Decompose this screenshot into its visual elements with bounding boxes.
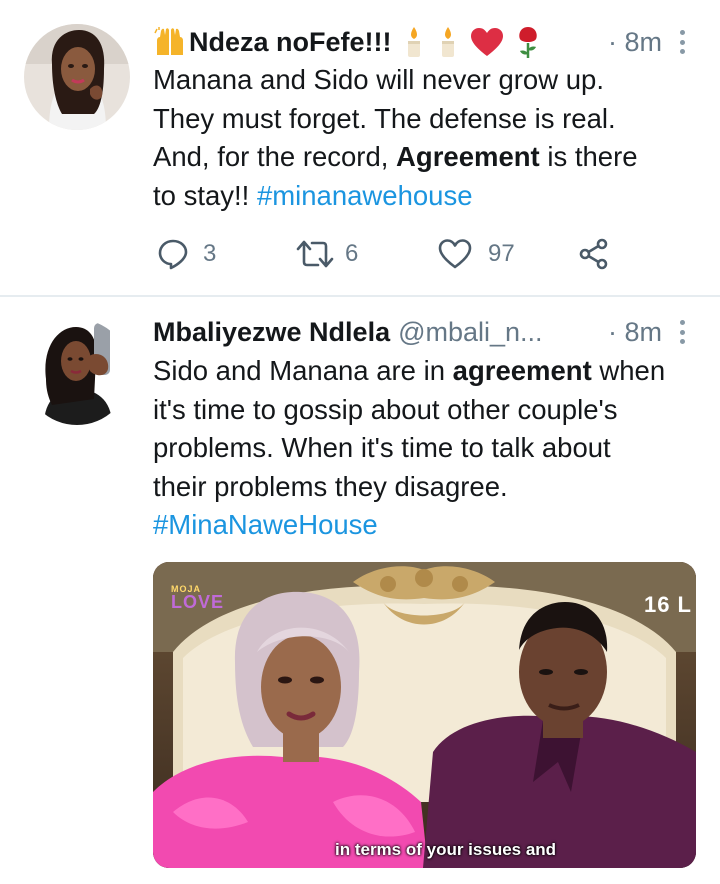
emoji-group [153, 27, 187, 57]
retweet-button[interactable]: 6 [295, 238, 358, 270]
user-handle[interactable]: @mbali_n... [398, 317, 542, 348]
tweet-text: Sido and Manana are in agreement when it… [153, 352, 701, 545]
rose-emoji [518, 27, 537, 58]
bold-keyword: agreement [452, 355, 592, 386]
video-subtitle: in terms of your issues and [335, 840, 557, 859]
display-name[interactable]: Mbaliyezwe Ndlela [153, 317, 390, 348]
tweet-text: Manana and Sido will never grow up. They… [153, 61, 701, 215]
tweet-text-line: to stay!! #minanawehouse [153, 179, 473, 211]
more-options-icon[interactable] [672, 28, 692, 56]
share-icon [579, 238, 608, 270]
tweet-header: Mbaliyezwe Ndlela @mbali_n... · 8m [153, 312, 700, 352]
age-rating-badge: 16 L [643, 592, 692, 617]
share-button[interactable] [578, 238, 610, 270]
channel-logo: MOJA LOVE [171, 584, 225, 612]
retweet-count: 6 [345, 240, 359, 267]
avatar[interactable] [24, 24, 130, 130]
reply-button[interactable]: 3 [157, 238, 216, 270]
avatar[interactable] [24, 319, 130, 425]
tweet[interactable]: Ndeza noFefe!!! · 8m Manana and Sido wil… [0, 0, 720, 296]
timestamp[interactable]: · 8m [608, 27, 662, 58]
tweet-text-line: #MinaNaweHouse [153, 506, 701, 545]
tweet-text-line: it's time to gossip about other couple's [153, 393, 618, 425]
display-name[interactable]: Ndeza noFefe!!! [189, 27, 392, 58]
tweet-media-image[interactable]: MOJA LOVE 16 L in terms of your issues a… [153, 562, 696, 868]
video-still [153, 562, 696, 868]
emoji-group [402, 25, 542, 59]
reply-count: 3 [203, 240, 217, 267]
candle-emoji [441, 27, 454, 57]
tweet-actions: 3 6 97 [153, 238, 623, 278]
more-options-icon[interactable] [672, 318, 692, 346]
raised-hands-emoji [154, 27, 183, 55]
bold-keyword: Agreement [396, 141, 540, 172]
tweet[interactable]: Mbaliyezwe Ndlela @mbali_n... · 8m Sido … [0, 297, 720, 884]
retweet-icon [296, 240, 334, 268]
like-button[interactable]: 97 [438, 238, 515, 270]
red-heart-emoji [470, 28, 503, 56]
like-count: 97 [488, 240, 515, 267]
tweet-text-line: And, for the record, Agreement is there [153, 141, 638, 172]
reply-icon [158, 239, 188, 270]
hashtag-link[interactable]: #minanawehouse [257, 180, 473, 211]
candle-emoji [407, 27, 420, 57]
tweet-text-line: Manana and Sido will never grow up. [153, 64, 604, 95]
tweet-text-line: their problems they disagree. [153, 470, 508, 502]
tweet-text-line: problems. When it's time to talk about [153, 432, 611, 463]
tweet-header: Ndeza noFefe!!! · 8m [153, 22, 700, 62]
hashtag-link[interactable]: #MinaNaweHouse [153, 509, 378, 540]
tweet-text-line: Sido and Manana are in agreement when [153, 355, 666, 386]
heart-icon [438, 239, 472, 269]
timestamp[interactable]: · 8m [608, 317, 662, 348]
tweet-text-line: They must forget. The defense is real. [153, 102, 616, 134]
